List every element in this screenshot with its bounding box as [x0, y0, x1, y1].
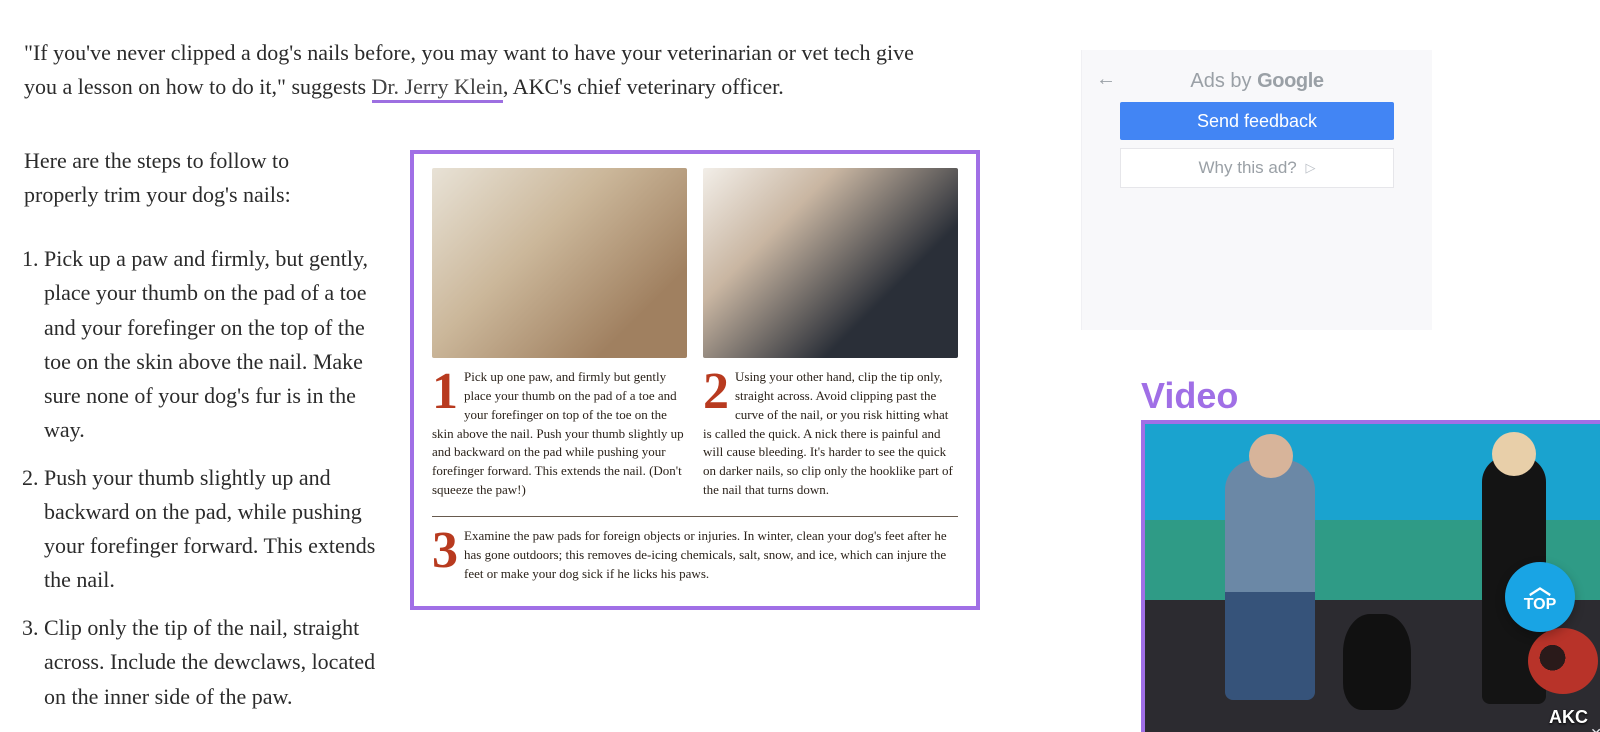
intro-text-2: , AKC's chief veterinary officer. — [503, 74, 784, 99]
step-item: Push your thumb slightly up and backward… — [44, 461, 384, 597]
video-scene-tunnel — [1528, 628, 1598, 694]
scroll-to-top-button[interactable]: ︿ TOP — [1505, 562, 1575, 632]
video-scene-person-2-head — [1492, 432, 1536, 476]
ad-panel: ← Ads by Google Send feedback Why this a… — [1081, 50, 1432, 330]
video-scene-person-1-head — [1249, 434, 1293, 478]
infographic-body-2: Using your other hand, clip the tip only… — [703, 369, 953, 497]
step-item: Clip only the tip of the nail, straight … — [44, 611, 384, 713]
video-scene-dog — [1343, 614, 1411, 710]
intro-paragraph: "If you've never clipped a dog's nails b… — [24, 36, 934, 104]
ad-title: Ads by Google — [1082, 70, 1432, 93]
video-watermark-logo: AKC — [1549, 707, 1588, 728]
sidebar: ← Ads by Google Send feedback Why this a… — [1085, 50, 1600, 732]
intro-author-link[interactable]: Dr. Jerry Klein — [372, 74, 503, 103]
scroll-to-top-label: TOP — [1524, 596, 1557, 614]
infographic-text-1: 1 Pick up one paw, and firmly but gently… — [432, 368, 687, 500]
infographic-callout: 1 Pick up one paw, and firmly but gently… — [410, 150, 980, 610]
video-close-icon[interactable]: ✕ — [1590, 725, 1600, 732]
ad-title-prefix: Ads by — [1190, 70, 1257, 92]
ad-why-label: Why this ad? — [1199, 158, 1297, 177]
video-section-label: Video — [1141, 375, 1238, 417]
step-item: Pick up a paw and firmly, but gently, pl… — [44, 242, 384, 447]
steps-lead: Here are the steps to follow to properly… — [24, 144, 354, 212]
video-scene-person-1 — [1225, 460, 1315, 700]
chevron-up-icon: ︿ — [1529, 580, 1551, 593]
step-item: Avoid clipping past the curve of the nai… — [44, 728, 384, 732]
adchoices-icon: ▷ — [1306, 149, 1316, 187]
infographic-image-1 — [432, 168, 687, 358]
infographic-body-1: Pick up one paw, and firmly but gently p… — [432, 369, 684, 497]
infographic-image-2 — [703, 168, 958, 358]
infographic-number-1: 1 — [432, 372, 458, 413]
steps-list: Pick up a paw and firmly, but gently, pl… — [44, 242, 384, 732]
ad-title-brand: Google — [1257, 70, 1324, 92]
infographic-number-2: 2 — [703, 372, 729, 413]
ad-why-this-ad-button[interactable]: Why this ad? ▷ — [1120, 148, 1394, 188]
infographic-body-3: Examine the paw pads for foreign objects… — [464, 528, 947, 581]
infographic-number-3: 3 — [432, 531, 458, 572]
infographic-text-3: 3 Examine the paw pads for foreign objec… — [432, 527, 958, 584]
infographic-text-2: 2 Using your other hand, clip the tip on… — [703, 368, 958, 500]
ad-send-feedback-button[interactable]: Send feedback — [1120, 102, 1394, 140]
infographic-divider — [432, 516, 958, 517]
